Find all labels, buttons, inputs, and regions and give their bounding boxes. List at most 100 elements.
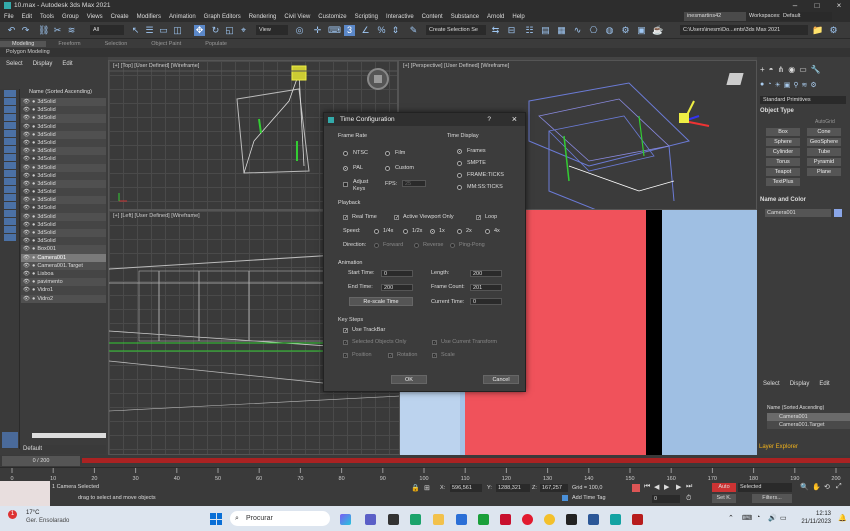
selection-filter-dropdown[interactable]: All — [90, 25, 124, 35]
time-slider[interactable]: 0 / 200 — [0, 455, 850, 467]
scene-explorer-toggle-icon[interactable]: ☷ — [524, 25, 535, 36]
layer-explorer-header[interactable]: Name (Sorted Ascending) — [767, 405, 824, 411]
primitive-type-dropdown[interactable]: Standard Primitives — [760, 96, 846, 104]
menu-scripting[interactable]: Scripting — [351, 14, 382, 20]
forward-radio[interactable] — [374, 243, 379, 248]
freeze-icon[interactable]: ● — [32, 181, 35, 187]
visibility-eye-icon[interactable]: 👁 — [23, 246, 30, 252]
freeze-icon[interactable]: ● — [32, 148, 35, 154]
visibility-eye-icon[interactable]: 👁 — [23, 181, 30, 187]
set-key-button[interactable]: Set K. — [712, 494, 736, 503]
scene-object-row[interactable]: 👁 ● 3dSolid — [21, 138, 106, 148]
filter-helpers-icon[interactable] — [4, 122, 16, 129]
edge-icon[interactable] — [410, 514, 421, 525]
frames-radio[interactable] — [457, 149, 462, 154]
filter-bones-icon[interactable] — [4, 154, 16, 161]
visibility-eye-icon[interactable]: 👁 — [23, 279, 30, 285]
filter-lock-icon[interactable] — [4, 218, 16, 225]
scene-object-row[interactable]: 👁 ● Camera001.Target — [21, 261, 106, 270]
freeze-icon[interactable]: ● — [32, 263, 35, 269]
app-icon-dark[interactable] — [566, 514, 577, 525]
scene-object-row[interactable]: 👁 ● 3dSolid — [21, 122, 106, 131]
ntsc-radio[interactable] — [343, 151, 348, 156]
scene-object-row[interactable]: 👁 ● Lisboa — [21, 269, 106, 279]
filter-shapes-icon[interactable] — [4, 98, 16, 105]
visibility-eye-icon[interactable]: 👁 — [23, 156, 30, 162]
menu-customize[interactable]: Customize — [314, 14, 350, 20]
weather-widget[interactable]: 1 17°C Ger. Ensolarado — [8, 510, 78, 528]
scene-object-row[interactable]: 👁 ● 3dSolid — [21, 163, 106, 172]
scene-object-row[interactable]: 👁 ● 3dSolid — [21, 212, 106, 221]
select-rotate-icon[interactable]: ↻ — [210, 25, 221, 36]
film-radio[interactable] — [385, 151, 390, 156]
spinner-snap-icon[interactable]: ⇕ — [390, 25, 401, 36]
task-view-icon[interactable] — [388, 514, 399, 525]
adjust-keys-checkbox[interactable] — [343, 182, 348, 187]
pal-radio[interactable] — [343, 166, 348, 171]
scale-checkbox[interactable]: ✓ — [432, 353, 437, 359]
minimize-button[interactable]: – — [784, 0, 806, 11]
x-coordinate-field[interactable]: 596,561 — [450, 484, 482, 492]
filter-xrefs-icon[interactable] — [4, 146, 16, 153]
menu-group[interactable]: Group — [58, 14, 83, 20]
reference-coordinate-dropdown[interactable]: View — [256, 25, 288, 35]
maxscript-listener[interactable] — [0, 481, 50, 506]
hierarchy-tab-icon[interactable]: ⋔ — [778, 65, 785, 74]
material-editor-icon[interactable]: ◍ — [604, 25, 615, 36]
primitive-tube-button[interactable]: Tube — [807, 148, 841, 156]
freeze-icon[interactable]: ● — [32, 99, 35, 105]
primitive-geosphere-button[interactable]: GeoSphere — [807, 138, 841, 146]
use-trackbar-checkbox[interactable]: ✓ — [343, 328, 348, 334]
filter-cameras-icon[interactable] — [4, 114, 16, 121]
object-name-field[interactable]: Camera001 — [765, 209, 831, 217]
visibility-eye-icon[interactable]: 👁 — [23, 173, 30, 179]
percent-snap-icon[interactable]: % — [376, 25, 387, 36]
filter-find-icon[interactable] — [4, 226, 16, 233]
filter-none-icon[interactable] — [4, 194, 16, 201]
name-color-rollout-title[interactable]: Name and Color — [760, 197, 806, 203]
freeze-icon[interactable]: ● — [32, 255, 35, 261]
primitive-cone-button[interactable]: Cone — [807, 128, 841, 136]
scene-object-row[interactable]: 👁 ● 3dSolid — [21, 229, 106, 238]
workspace-dropdown[interactable]: Default — [780, 12, 832, 21]
place-icon[interactable]: ⌖ — [238, 25, 249, 36]
filter-invert-icon[interactable] — [4, 202, 16, 209]
scene-object-row[interactable]: 👁 ● pavimento — [21, 278, 106, 287]
filter-groups-icon[interactable] — [4, 138, 16, 145]
scene-object-row[interactable]: 👁 ● Camera001 — [21, 253, 106, 262]
ribbon-tab-selection[interactable]: Selection — [93, 41, 140, 47]
scene-object-row[interactable]: 👁 ● 3dSolid — [21, 171, 106, 180]
speed-2x-radio[interactable] — [457, 229, 462, 234]
speed-quarter-radio[interactable] — [374, 229, 379, 234]
freeze-icon[interactable]: ● — [32, 246, 35, 252]
mm-ss-ticks-radio[interactable] — [457, 185, 462, 190]
ribbon-tab-freeform[interactable]: Freeform — [46, 41, 92, 47]
maximize-button[interactable]: □ — [806, 0, 828, 11]
file-explorer-icon[interactable] — [433, 514, 444, 525]
xbox-icon[interactable] — [478, 514, 489, 525]
scene-tab-select[interactable]: Select — [6, 61, 23, 67]
object-color-swatch[interactable] — [834, 209, 842, 217]
visibility-eye-icon[interactable]: 👁 — [23, 148, 30, 154]
unlink-icon[interactable]: ✂ — [52, 25, 63, 36]
prev-frame-icon[interactable]: ◀ — [654, 483, 659, 491]
chat-icon[interactable] — [365, 514, 376, 525]
systems-category-icon[interactable]: ⚙ — [810, 81, 816, 89]
wifi-icon[interactable]: ◔ — [756, 514, 760, 521]
scene-object-row[interactable]: 👁 ● 3dSolid — [21, 114, 106, 123]
menu-edit[interactable]: Edit — [18, 14, 36, 20]
menu-rendering[interactable]: Rendering — [245, 14, 281, 20]
scene-object-row[interactable]: 👁 ● 3dSolid — [21, 106, 106, 115]
ping-pong-radio[interactable] — [450, 243, 455, 248]
layer-object-row[interactable]: Camera001 — [767, 413, 850, 421]
tray-overflow-icon[interactable]: ⌃ — [728, 514, 734, 522]
position-checkbox[interactable]: ✓ — [343, 353, 348, 359]
real-time-checkbox[interactable]: ✓ — [343, 215, 348, 221]
menu-help[interactable]: Help — [508, 14, 528, 20]
next-frame-icon[interactable]: ▶ — [676, 483, 681, 491]
current-frame-field[interactable]: 0 — [652, 495, 680, 503]
visibility-eye-icon[interactable]: 👁 — [23, 132, 30, 138]
link-icon[interactable]: ⛓ — [38, 25, 49, 36]
layer-tab-edit[interactable]: Edit — [819, 381, 829, 387]
angle-snap-icon[interactable]: ∠ — [360, 25, 371, 36]
